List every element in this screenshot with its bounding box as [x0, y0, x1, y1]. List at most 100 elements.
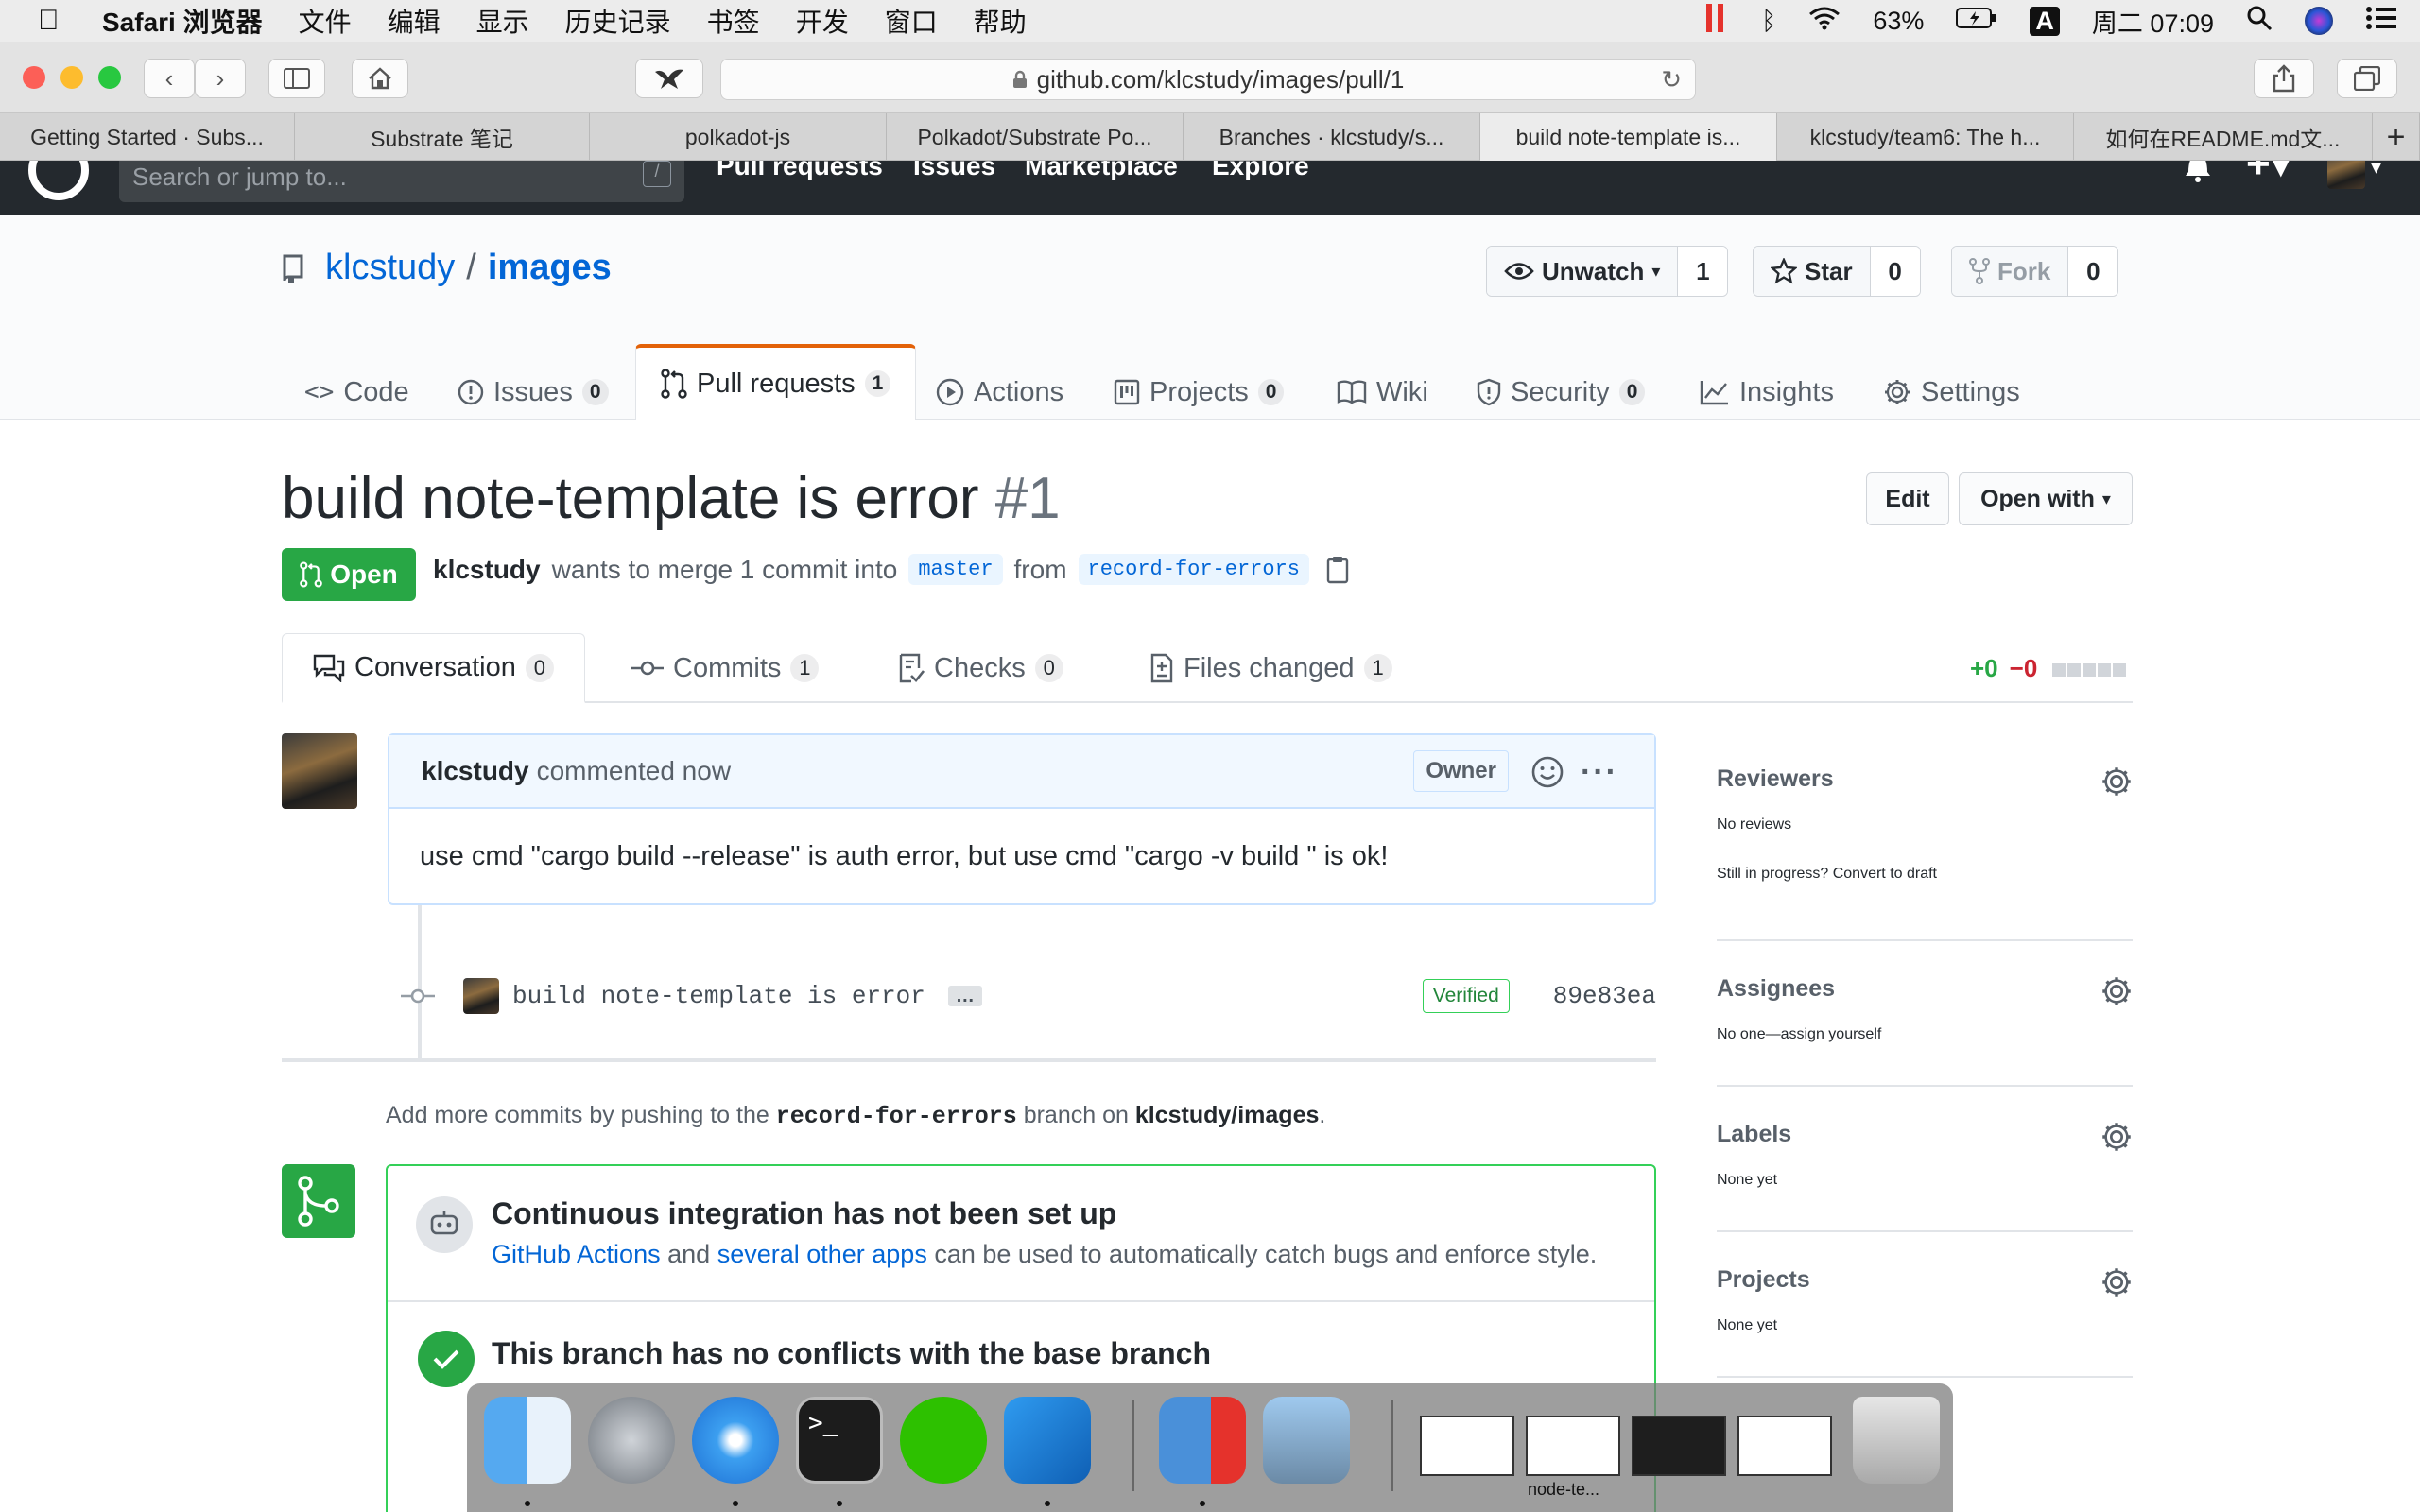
back-button[interactable]: ‹ [144, 59, 195, 98]
forward-button[interactable]: › [195, 59, 246, 98]
launchpad-rocket-icon[interactable] [588, 1397, 675, 1484]
github-search-input[interactable]: Search or jump to... / [119, 161, 684, 202]
menu-item-help[interactable]: 帮助 [974, 2, 1027, 40]
minimized-window-thumbnail[interactable] [1526, 1416, 1620, 1476]
tab-checks[interactable]: Checks 0 [898, 633, 1063, 703]
browser-tab[interactable]: Branches · klcstudy/s... [1184, 113, 1480, 161]
tab-pull-requests[interactable]: Pull requests 1 [635, 344, 917, 420]
menu-item-view[interactable]: 显示 [476, 2, 529, 40]
tab-wiki[interactable]: Wiki [1337, 365, 1428, 420]
address-bar[interactable]: github.com/klcstudy/images/pull/1 ↻ [720, 59, 1696, 100]
menu-app-name[interactable]: Safari 浏览器 [102, 2, 263, 40]
input-method-icon[interactable]: A [2030, 6, 2060, 36]
notifications-bell-icon[interactable] [2184, 161, 2212, 190]
menu-item-window[interactable]: 窗口 [885, 2, 938, 40]
tab-commits[interactable]: Commits 1 [631, 633, 820, 703]
new-tab-button[interactable]: + [2373, 113, 2420, 161]
reviewers-title[interactable]: Reviewers [1717, 765, 1834, 792]
star-count[interactable]: 0 [1870, 247, 1920, 296]
browser-tab-active[interactable]: build note-template is... [1480, 113, 1777, 161]
trash-icon[interactable] [1853, 1397, 1940, 1484]
parallels-desktop-icon[interactable] [1159, 1397, 1246, 1484]
terminal-icon[interactable]: >_ [796, 1397, 883, 1484]
labels-gear-icon[interactable] [2100, 1121, 2133, 1158]
window-close-button[interactable] [23, 66, 45, 89]
window-zoom-button[interactable] [98, 66, 121, 89]
browser-tab[interactable]: Getting Started · Subs... [0, 113, 295, 161]
browser-tab[interactable]: Polkadot/Substrate Po... [887, 113, 1184, 161]
tab-files-changed[interactable]: Files changed 1 [1150, 633, 1392, 703]
nav-pull-requests[interactable]: Pull requests [717, 161, 883, 181]
tab-security[interactable]: Security 0 [1477, 365, 1646, 420]
menu-item-history[interactable]: 历史记录 [565, 2, 671, 40]
head-branch[interactable]: record-for-errors [1078, 554, 1309, 585]
vscode-icon[interactable] [1004, 1397, 1091, 1484]
diff-stat[interactable]: +0 −0 [1970, 654, 2127, 683]
projects-title[interactable]: Projects [1717, 1266, 1810, 1293]
tab-code[interactable]: <> Code [304, 365, 409, 420]
assignees-gear-icon[interactable] [2100, 975, 2133, 1012]
browser-tab[interactable]: 如何在README.md文... [2074, 113, 2373, 161]
comment-time[interactable]: commented now [537, 756, 731, 786]
nav-explore[interactable]: Explore [1212, 161, 1309, 181]
preview-photos-icon[interactable] [1263, 1397, 1350, 1484]
notification-center-icon[interactable] [2365, 6, 2397, 37]
tab-issues[interactable]: Issues 0 [458, 365, 609, 420]
user-avatar[interactable] [2327, 161, 2365, 189]
menu-item-bookmarks[interactable]: 书签 [707, 2, 760, 40]
reload-icon[interactable]: ↻ [1661, 65, 1682, 94]
wechat-icon[interactable] [900, 1397, 987, 1484]
projects-gear-icon[interactable] [2100, 1266, 2133, 1303]
apple-menu-icon[interactable]:  [38, 5, 66, 37]
menu-clock[interactable]: 周二 07:09 [2092, 3, 2214, 40]
tab-conversation[interactable]: Conversation 0 [282, 633, 585, 703]
base-branch[interactable]: master [908, 554, 1003, 585]
fork-count[interactable]: 0 [2068, 247, 2118, 296]
fork-button[interactable]: Fork 0 [1951, 246, 2119, 297]
comment-author-link[interactable]: klcstudy [422, 756, 529, 786]
window-minimize-button[interactable] [60, 66, 83, 89]
minimized-window-thumbnail[interactable] [1632, 1416, 1726, 1476]
finder-icon[interactable] [484, 1397, 571, 1484]
assignees-title[interactable]: Assignees [1717, 975, 1835, 1002]
repo-name-link[interactable]: images [488, 248, 612, 288]
labels-title[interactable]: Labels [1717, 1121, 1791, 1147]
spotlight-search-icon[interactable] [2246, 5, 2273, 38]
add-reaction-smiley-icon[interactable] [1530, 754, 1565, 797]
menu-item-edit[interactable]: 编辑 [388, 2, 441, 40]
browser-tab[interactable]: polkadot-js [590, 113, 887, 161]
commit-sha-link[interactable]: 89e83ea [1553, 982, 1656, 1010]
open-with-button[interactable]: Open with ▾ [1959, 472, 2133, 525]
commit-message-link[interactable]: build note-template is error [512, 982, 925, 1010]
minimized-window-thumbnail[interactable] [1420, 1416, 1514, 1476]
browser-tab[interactable]: Substrate 笔记 [295, 113, 590, 161]
convert-to-draft-link[interactable]: Still in progress? Convert to draft [1717, 866, 2133, 883]
menu-item-develop[interactable]: 开发 [796, 2, 849, 40]
home-button[interactable] [352, 59, 408, 98]
repo-owner-link[interactable]: klcstudy [325, 248, 455, 288]
commit-expand-button[interactable]: … [947, 986, 982, 1006]
verified-badge[interactable]: Verified [1422, 979, 1510, 1013]
tab-projects[interactable]: Projects 0 [1114, 365, 1285, 420]
share-button[interactable] [2254, 59, 2314, 98]
battery-percent[interactable]: 63% [1873, 7, 1924, 36]
more-options-kebab-icon[interactable]: ··· [1581, 754, 1618, 791]
browser-tab[interactable]: klcstudy/team6: The h... [1777, 113, 2074, 161]
tab-insights[interactable]: Insights [1700, 365, 1834, 420]
other-apps-link[interactable]: several other apps [717, 1240, 927, 1268]
nav-issues[interactable]: Issues [913, 161, 995, 181]
sidebar-button[interactable] [268, 59, 325, 98]
wifi-icon[interactable] [1808, 6, 1841, 37]
bluetooth-icon[interactable]: ᛒ [1761, 7, 1776, 36]
safari-compass-icon[interactable] [692, 1397, 779, 1484]
tab-actions[interactable]: Actions [936, 365, 1063, 420]
github-logo-icon[interactable] [28, 161, 89, 200]
assign-yourself-link[interactable]: No one—assign yourself [1717, 1026, 2133, 1043]
github-actions-link[interactable]: GitHub Actions [492, 1240, 661, 1268]
extension-button[interactable] [635, 59, 703, 98]
tab-settings[interactable]: Settings [1883, 365, 2020, 420]
nav-marketplace[interactable]: Marketplace [1025, 161, 1178, 181]
comment-author-avatar[interactable] [282, 733, 357, 809]
clipboard-copy-icon[interactable] [1326, 556, 1349, 584]
reviewers-gear-icon[interactable] [2100, 765, 2133, 802]
